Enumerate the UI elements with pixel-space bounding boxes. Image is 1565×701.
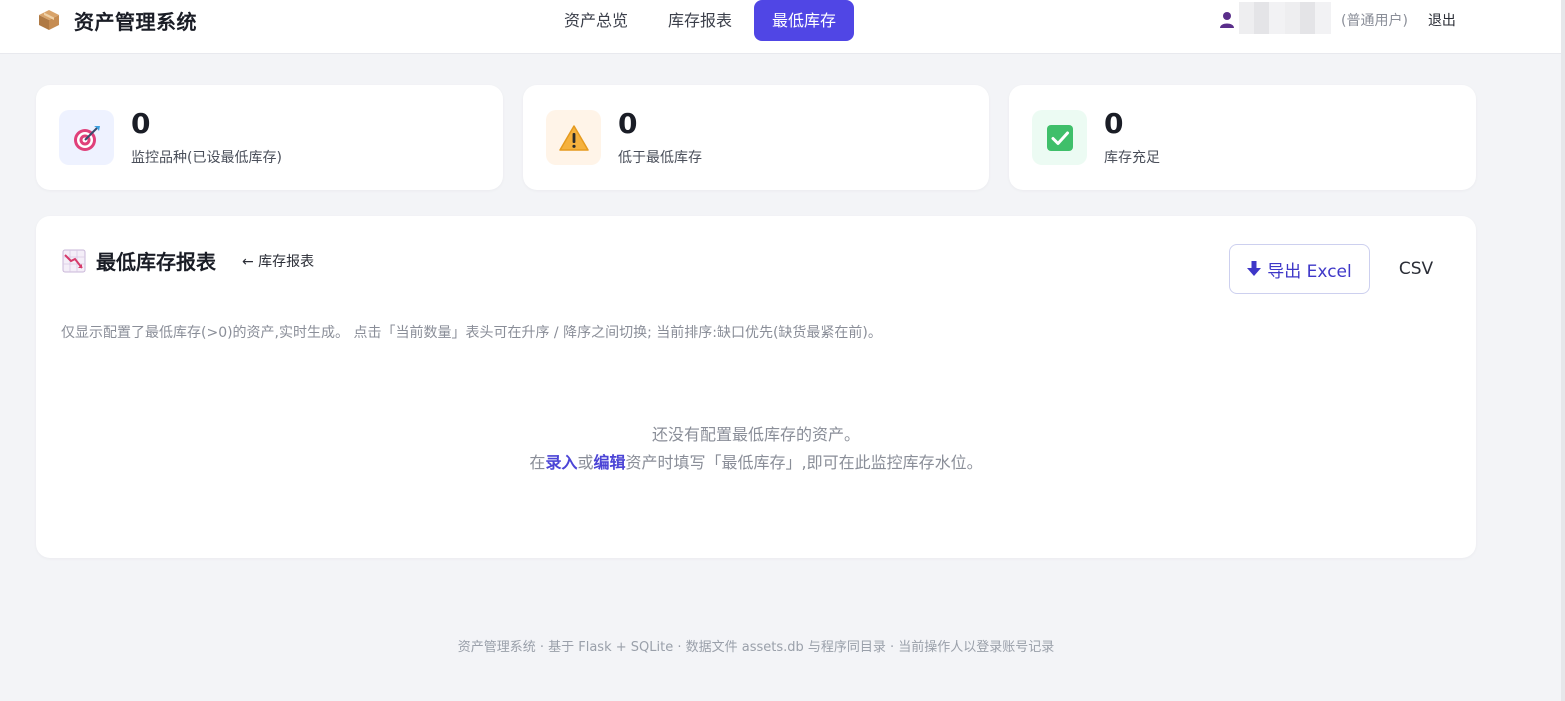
edit-asset-link[interactable]: 编辑 (593, 453, 625, 472)
top-header: 资产管理系统 资产总览 库存报表 最低库存 (普通用户) 退出 (0, 0, 1565, 54)
export-excel-button[interactable]: 导出 Excel (1229, 244, 1370, 294)
stat-label: 库存充足 (1104, 150, 1160, 166)
nav-asset-overview[interactable]: 资产总览 (546, 0, 646, 41)
warning-icon (558, 124, 589, 151)
stat-value: 0 (618, 107, 638, 140)
nav-min-stock[interactable]: 最低库存 (754, 0, 855, 41)
report-header: 最低库存报表 ← 库存报表 (62, 246, 314, 275)
main-nav: 资产总览 库存报表 最低库存 (546, 0, 858, 41)
min-stock-report-panel: 最低库存报表 ← 库存报表 导出 Excel CSV 仅显示配置了最低库存(>0… (36, 216, 1476, 558)
target-icon (73, 125, 100, 151)
empty-hint-suffix: 资产时填写「最低库存」,即可在此监控库存水位。 (625, 453, 983, 472)
stat-icon-box (546, 110, 601, 165)
package-box-icon (39, 10, 59, 30)
stat-card-monitored: 0 监控品种(已设最低库存) (36, 85, 503, 190)
brand-title: 资产管理系统 (74, 9, 197, 34)
empty-state-message: 还没有配置最低库存的资产。 (651, 425, 860, 444)
export-excel-label: 导出 Excel (1267, 261, 1352, 282)
user-name-redacted (1239, 2, 1331, 34)
add-asset-link[interactable]: 录入 (545, 453, 577, 472)
stat-value: 0 (131, 107, 151, 140)
stat-label: 监控品种(已设最低库存) (131, 150, 282, 166)
user-icon (1220, 12, 1234, 28)
back-to-inventory-report-link[interactable]: ← 库存报表 (242, 251, 314, 271)
stat-icon-box (1032, 110, 1087, 165)
stat-icon-box (59, 110, 114, 165)
vertical-scrollbar[interactable] (1561, 0, 1565, 701)
stat-label: 低于最低库存 (618, 150, 702, 166)
user-area: (普通用户) 退出 (1219, 2, 1456, 34)
report-title: 最低库存报表 (96, 250, 216, 274)
checkmark-icon (1046, 124, 1073, 151)
nav-inventory-report[interactable]: 库存报表 (650, 0, 750, 41)
brand[interactable]: 资产管理系统 (38, 7, 197, 34)
export-csv-button[interactable]: CSV (1386, 244, 1446, 294)
stat-card-sufficient: 0 库存充足 (1009, 85, 1476, 190)
report-description: 仅显示配置了最低库存(>0)的资产,实时生成。 点击「当前数量」表头可在升序 /… (61, 325, 882, 341)
download-arrow-icon (1247, 261, 1262, 276)
stat-card-below-min: 0 低于最低库存 (523, 85, 989, 190)
stat-value: 0 (1104, 107, 1124, 140)
empty-state-hint: 在录入或编辑资产时填写「最低库存」,即可在此监控库存水位。 (36, 449, 1476, 473)
logout-link[interactable]: 退出 (1428, 10, 1456, 30)
chart-decreasing-icon (62, 249, 86, 272)
page-footer: 资产管理系统 · 基于 Flask + SQLite · 数据文件 assets… (457, 640, 1055, 655)
user-role: (普通用户) (1341, 13, 1408, 29)
empty-hint-prefix: 在 (529, 453, 546, 472)
empty-hint-or: 或 (577, 453, 594, 472)
